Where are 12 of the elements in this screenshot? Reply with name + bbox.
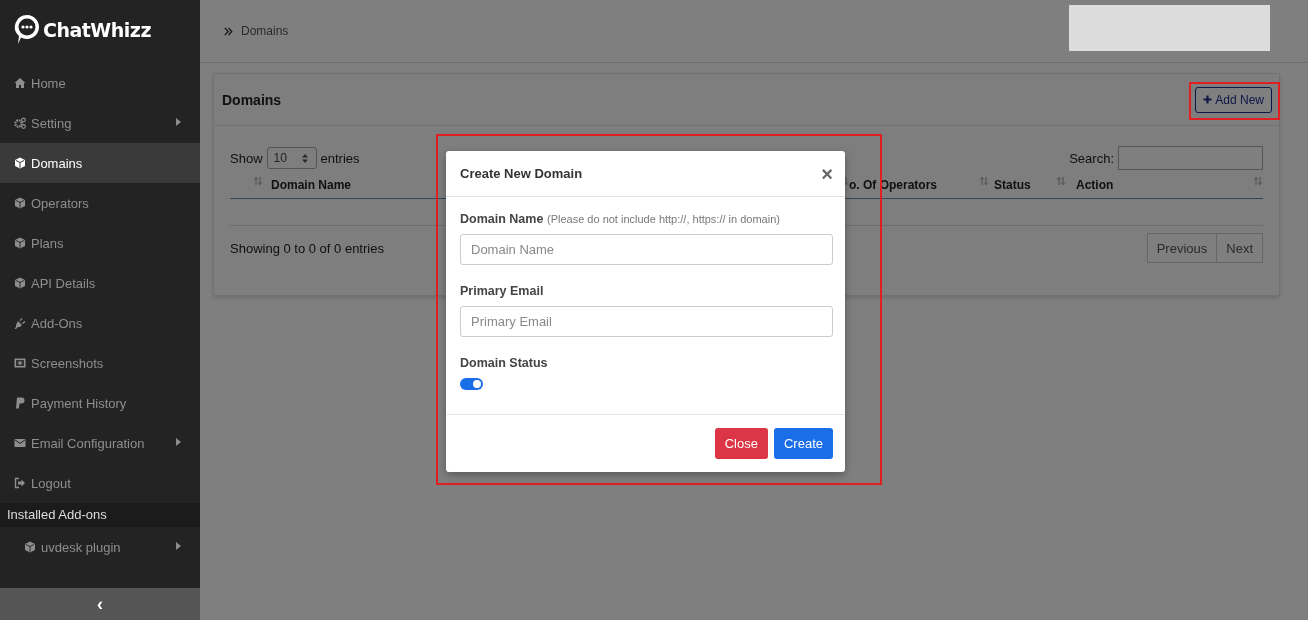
- entries-label: entries: [320, 150, 360, 166]
- field-label: Domain Status: [460, 356, 548, 370]
- table-info: Showing 0 to 0 of 0 entries: [230, 240, 384, 256]
- panel-title: Domains: [222, 91, 282, 108]
- field-label: Domain Name: [460, 212, 544, 226]
- modal-title: Create New Domain: [460, 166, 583, 181]
- brand-name: ChatWhizz: [43, 19, 151, 41]
- field-label: Primary Email: [460, 284, 544, 298]
- field-hint: (Please do not include http://, https:// in domain): [547, 213, 780, 225]
- section-title: Installed Add-ons: [0, 503, 200, 527]
- search-label: Search:: [1069, 150, 1114, 166]
- show-label: Show: [230, 150, 263, 166]
